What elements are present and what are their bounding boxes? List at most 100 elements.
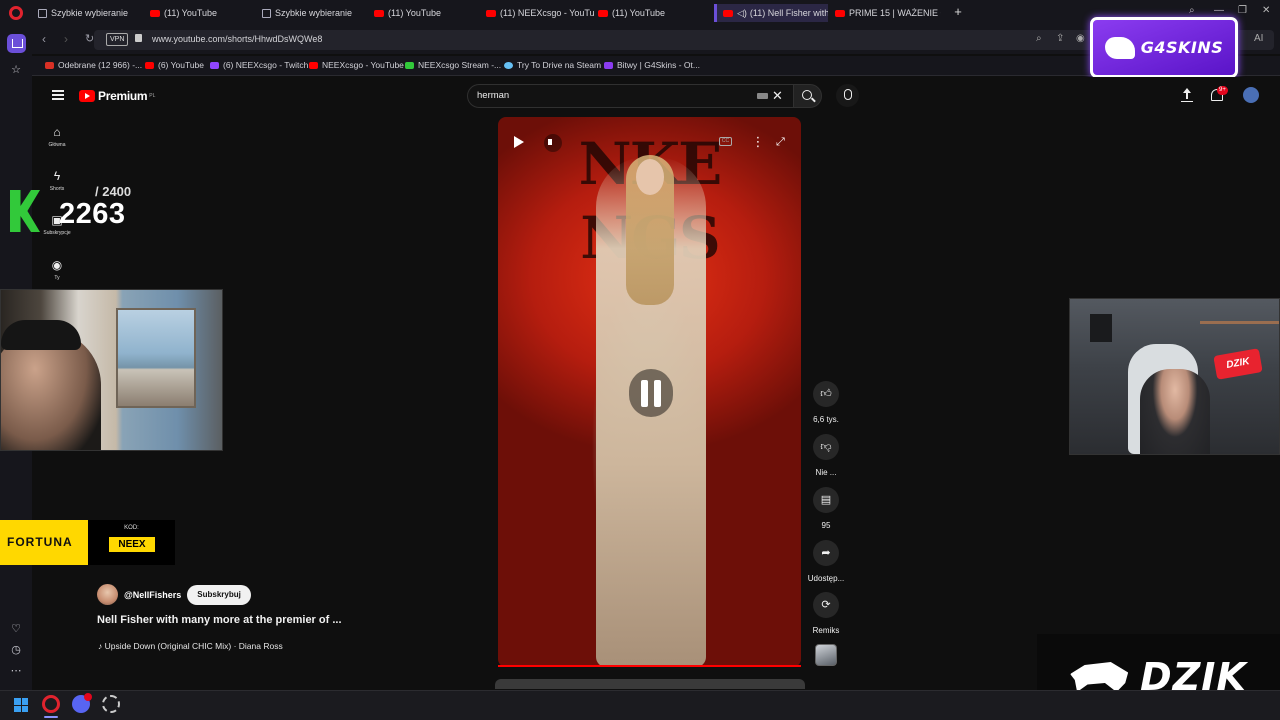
comment-icon: ▤ xyxy=(820,494,832,506)
windows-start-icon[interactable] xyxy=(14,698,28,712)
search-input[interactable] xyxy=(467,84,793,108)
youtube-icon xyxy=(145,61,154,69)
next-short-preview[interactable] xyxy=(495,679,805,689)
youtube-icon xyxy=(835,9,845,17)
closed-captions-icon[interactable]: CC xyxy=(719,137,732,146)
dislike-button-circle: 👎︎ xyxy=(813,434,839,460)
pause-overlay-icon[interactable] xyxy=(629,369,673,417)
like-button-circle: 👍︎ xyxy=(813,381,839,407)
create-upload-icon[interactable] xyxy=(1181,88,1193,102)
video-more-options-icon[interactable]: ⋮ xyxy=(750,134,766,150)
video-play-icon[interactable] xyxy=(511,134,527,150)
sidebar-home-icon[interactable] xyxy=(7,34,26,53)
sidebar-pinboard-icon[interactable]: ☆ xyxy=(9,63,23,77)
tab-speed-dial-2[interactable]: Szybkie wybieranie xyxy=(262,4,367,22)
account-avatar[interactable] xyxy=(1243,87,1259,103)
new-tab-plus-icon[interactable]: + xyxy=(951,5,965,19)
bookmark-twitch[interactable]: (6) NEEXcsgo - Twitch xyxy=(210,60,308,70)
speed-dial-icon xyxy=(262,8,271,18)
fullscreen-icon[interactable]: ⤢ xyxy=(776,134,792,150)
ai-label: AI xyxy=(1254,33,1264,44)
forward-icon[interactable]: › xyxy=(64,32,68,46)
dislike-button[interactable]: 👎︎ Nie ... xyxy=(806,434,846,477)
search-query-text[interactable]: herman xyxy=(477,90,509,101)
fortuna-sponsor-overlay: FORTUNA KOD: NEEX xyxy=(0,520,175,565)
url-text[interactable]: www.youtube.com/shorts/HhwdDsWQWe8 xyxy=(152,34,322,44)
nav-shorts[interactable]: ϟ Shorts xyxy=(36,169,78,192)
dzik-boar-icon xyxy=(1070,662,1129,692)
speaker-icon[interactable]: ◁) xyxy=(737,8,747,19)
subscribe-button[interactable]: Subskrybuj xyxy=(187,584,251,605)
browser-tab-bar: Szybkie wybieranie (11) YouTube Szybkie … xyxy=(0,0,1280,26)
tab-prime-15[interactable]: PRIME 15 | WAŻENIE + ZA xyxy=(835,4,941,22)
video-volume-icon[interactable] xyxy=(544,134,562,152)
windows-taskbar xyxy=(0,690,1280,720)
channel-row: @NellFishers Subskrybuj xyxy=(97,584,251,605)
tab-search-icon[interactable]: ⌕ xyxy=(1189,5,1195,16)
lock-icon[interactable] xyxy=(135,34,142,42)
fortuna-code-box: KOD: NEEX xyxy=(88,520,175,565)
youtube-brand-text: Premium xyxy=(98,89,148,103)
opera-logo-icon[interactable] xyxy=(9,6,23,20)
webcam-wall-picture xyxy=(1090,314,1112,342)
restore-icon[interactable]: ❐ xyxy=(1238,5,1247,16)
remix-button[interactable]: ⟳ Remiks xyxy=(806,592,846,635)
tab-neexcsgo-youtube[interactable]: (11) NEEXcsgo - YouTube xyxy=(486,4,594,22)
channel-handle[interactable]: @NellFishers xyxy=(124,590,181,600)
youtube-premium-logo[interactable]: Premium PL xyxy=(79,89,155,103)
taskbar-app-icon[interactable] xyxy=(102,695,120,713)
menu-hamburger-icon[interactable] xyxy=(52,90,64,100)
aria-ai-button[interactable]: AI xyxy=(1254,33,1263,44)
bookmark-kick[interactable]: NEEXcsgo Stream -... xyxy=(405,60,501,70)
sidebar-heart-icon[interactable]: ♡ xyxy=(9,622,23,636)
minimize-icon[interactable]: — xyxy=(1214,5,1224,16)
voice-search-mic-icon[interactable] xyxy=(836,84,859,107)
youtube-icon xyxy=(486,9,496,17)
tab-youtube-2[interactable]: (11) YouTube xyxy=(374,4,479,22)
kick-icon xyxy=(405,61,414,69)
sound-thumbnail[interactable] xyxy=(815,644,837,666)
share-button[interactable]: ➦ Udostęp... xyxy=(806,540,846,583)
g4skins-wordmark: G4SKINS xyxy=(1140,38,1224,57)
short-title[interactable]: Nell Fisher with many more at the premie… xyxy=(97,614,342,626)
gmail-icon xyxy=(45,61,54,69)
sidebar-history-icon[interactable]: ◷ xyxy=(9,643,23,657)
video-progress-bar[interactable] xyxy=(498,665,801,667)
search-button[interactable] xyxy=(793,84,822,108)
thumbs-down-icon: 👎︎ xyxy=(820,441,832,453)
bookmark-neexcsgo-youtube[interactable]: NEEXcsgo - YouTube xyxy=(309,60,404,70)
bookmark-gmail[interactable]: Odebrane (12 966) -... xyxy=(45,60,142,70)
like-button[interactable]: 👍︎ 6,6 tys. xyxy=(806,381,846,424)
nav-you[interactable]: ◉ Ty xyxy=(36,258,78,281)
webcam-window-view xyxy=(116,308,196,408)
comments-button[interactable]: ▤ 95 xyxy=(806,487,846,530)
sidebar-more-icon[interactable]: ⋯ xyxy=(9,664,23,678)
tab-youtube-1[interactable]: (11) YouTube xyxy=(150,4,255,22)
channel-avatar[interactable] xyxy=(97,584,118,605)
clear-search-icon[interactable]: ✕ xyxy=(772,88,783,104)
share-page-icon[interactable]: ⇪ xyxy=(1056,33,1064,44)
bookmark-youtube[interactable]: (6) YouTube xyxy=(145,60,204,70)
vpn-badge[interactable]: VPN xyxy=(106,33,129,46)
remix-icon: ⟳ xyxy=(821,599,831,611)
keyboard-icon[interactable] xyxy=(757,93,768,99)
reload-icon[interactable]: ↻ xyxy=(85,32,94,45)
nav-home[interactable]: ⌂ Główna xyxy=(36,125,78,148)
snapshot-icon[interactable]: ◉ xyxy=(1076,33,1085,44)
sound-attribution[interactable]: ♪ Upside Down (Original CHIC Mix) · Dian… xyxy=(98,641,283,651)
tab-speed-dial-1[interactable]: Szybkie wybieranie xyxy=(38,4,143,22)
speed-dial-icon xyxy=(38,8,47,18)
tab-nell-fisher-active[interactable]: ◁)(11) Nell Fisher with n xyxy=(714,4,828,22)
bookmark-g4skins[interactable]: Bitwy | G4Skins - Ot... xyxy=(604,60,700,70)
addr-search-icon[interactable]: ⌕ xyxy=(1036,33,1042,44)
taskbar-opera-icon[interactable] xyxy=(42,695,60,713)
comments-button-circle: ▤ xyxy=(813,487,839,513)
back-icon[interactable]: ‹ xyxy=(42,32,46,46)
close-window-icon[interactable]: ✕ xyxy=(1262,5,1270,16)
tab-youtube-3[interactable]: (11) YouTube xyxy=(598,4,703,22)
sub-goal-count: 2263 xyxy=(59,198,126,230)
taskbar-active-indicator xyxy=(44,716,58,718)
taskbar-discord-badge xyxy=(84,693,92,701)
bookmark-steam[interactable]: Try To Drive na Steam xyxy=(504,60,601,70)
home-icon: ⌂ xyxy=(53,125,61,139)
